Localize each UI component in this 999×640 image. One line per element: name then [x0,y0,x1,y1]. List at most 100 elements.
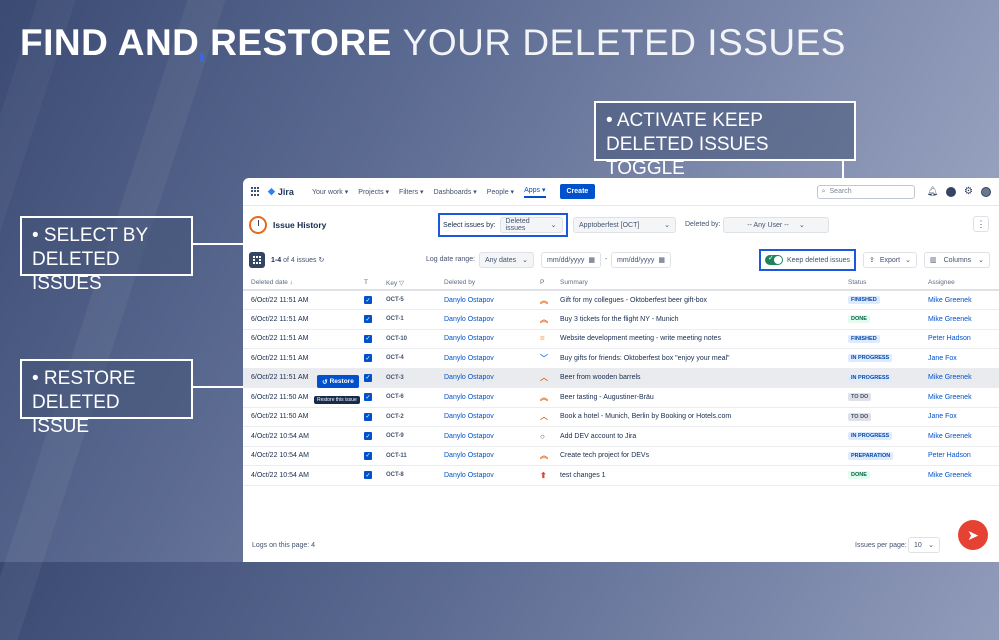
deleted-by-user[interactable]: Danylo Ostapov [436,426,532,447]
issue-type-checkbox[interactable]: ✓ [356,465,378,486]
restore-button[interactable]: ↺ Restore [317,375,359,388]
assignee[interactable]: Jane Fox [920,348,999,369]
nav-apps[interactable]: Apps ▾ [524,186,546,198]
headline-highlight: FIND AND RESTORE [20,22,392,63]
create-button[interactable]: Create [559,184,596,199]
issue-type-checkbox[interactable]: ✓ [356,407,378,427]
issue-type-checkbox[interactable]: ✓ [356,426,378,447]
search-input[interactable]: ⌕ Search [816,184,915,199]
assignee[interactable]: Mike Greenek [920,465,999,486]
issue-status: IN PROGRESS [840,348,920,369]
top-navigation: ◆ Jira Your work ▾ Projects ▾ Filters ▾ D… [243,178,999,206]
nav-filters[interactable]: Filters ▾ [399,188,424,196]
select-issues-dropdown[interactable]: Deleted issues ⌄ [499,217,563,233]
calendar-icon: ▦ [658,257,665,264]
priority-icon: ︽ [532,309,552,330]
table-row[interactable]: 4/Oct/22 10:54 AM ✓ OCT-11 Danylo Ostapov ︽ C… [243,446,999,466]
nav-label: Apps [524,186,541,194]
send-icon[interactable]: ➤ [958,520,988,550]
toggle-switch[interactable]: ✓ [764,255,783,265]
nav-dashboards[interactable]: Dashboards ▾ [434,188,477,196]
column-header[interactable]: T [356,276,378,291]
deleted-by-user[interactable]: Danylo Ostapov [436,309,532,330]
column-header[interactable]: Summary [552,276,840,291]
sprint-dropdown[interactable]: Apptoberfest [OCT] ⌄ [573,217,676,233]
start-date-input[interactable]: mm/dd/yyyy ▦ [541,252,601,268]
avatar[interactable] [981,186,991,197]
keep-deleted-toggle[interactable]: ✓ Keep deleted issues [759,249,856,271]
issue-type-checkbox[interactable]: ✓ [356,329,378,349]
issue-key: OCT-6 [378,387,436,408]
checkbox-icon: ✓ [364,432,372,441]
columns-button[interactable]: ▥ Columns ⌄ [924,252,990,268]
table-row[interactable]: 6/Oct/22 11:51 AM ✓ OCT-5 Danylo Ostapov ︽ Gi… [243,290,999,310]
issue-type-checkbox[interactable]: ✓ [356,446,378,466]
priority-icon: ︿ [532,407,552,427]
settings-icon[interactable]: ⚙ [964,186,973,197]
deleted-by-user[interactable]: Danylo Ostapov [436,368,532,388]
deleted-by-user[interactable]: Danylo Ostapov [436,465,532,486]
app-switcher-icon[interactable] [251,187,260,196]
more-options-icon[interactable]: ⋮ [973,216,989,232]
status-badge: IN PROGRESS [848,432,893,441]
jira-logo[interactable]: ◆ Jira [268,186,294,197]
export-icon: ⇪ [869,257,875,264]
deleted-by-user[interactable]: Danylo Ostapov [436,387,532,408]
issue-type-checkbox[interactable]: ✓ [356,309,378,330]
restore-label: Restore [329,378,354,385]
column-header[interactable]: Key ▽ [378,276,436,291]
issue-type-checkbox[interactable]: ✓ [356,368,378,388]
table-row[interactable]: 6/Oct/22 11:51 AM ✓ OCT-4 Danylo Ostapov ﹀ Bu… [243,348,999,369]
table-row[interactable]: 6/Oct/22 11:50 AM ✓ OCT-2 Danylo Ostapov ︿ Bo… [243,407,999,427]
table-row[interactable]: 6/Oct/22 11:51 AM ✓ OCT-1 Danylo Ostapov ︽ Bu… [243,309,999,330]
issue-status: IN PROGRESS [840,368,920,388]
table-row[interactable]: 4/Oct/22 10:54 AM ✓ OCT-8 Danylo Ostapov ⬆ te… [243,465,999,486]
nav-label: Projects [358,188,384,196]
help-icon[interactable] [946,186,957,197]
issue-summary: Buy gifts for friends: Oktoberfest box "… [552,348,840,369]
issue-type-checkbox[interactable]: ✓ [356,290,378,310]
nav-your-work[interactable]: Your work ▾ [312,188,348,196]
filter-icon[interactable]: ▽ [399,280,404,287]
table-row[interactable]: 4/Oct/22 10:54 AM ✓ OCT-9 Danylo Ostapov ○ Ad… [243,426,999,447]
checkbox-icon: ✓ [364,373,372,382]
callout-select: • SELECT BY DELETED ISSUES [20,216,193,294]
end-date-input[interactable]: mm/dd/yyyy ▦ [611,252,671,268]
assignee[interactable]: Peter Hadson [920,446,999,466]
notifications-icon[interactable]: 🔔︎ [927,186,938,197]
priority-icon: = [532,329,552,349]
assignee[interactable]: Mike Greenek [920,290,999,310]
refresh-icon[interactable]: ↻ [319,257,325,264]
export-button[interactable]: ⇪ Export ⌄ [863,252,917,268]
chevron-down-icon: ⌄ [550,222,557,229]
deleted-by-user[interactable]: Danylo Ostapov [436,348,532,369]
table-row[interactable]: 6/Oct/22 11:51 AM ✓ OCT-10 Danylo Ostapov = W… [243,329,999,349]
logs-count: Logs on this page: 4 [252,542,316,549]
column-header[interactable]: Assignee [920,276,999,291]
assignee[interactable]: Peter Hadson [920,329,999,349]
deleted-by-user[interactable]: Danylo Ostapov [436,290,532,310]
assignee[interactable]: Mike Greenek [920,368,999,388]
column-header[interactable]: Status [840,276,920,291]
deleted-by-dropdown[interactable]: -- Any User -- ⌄ [723,217,829,233]
nav-projects[interactable]: Projects ▾ [358,188,389,196]
priority-icon: ︽ [532,290,552,310]
status-badge: FINISHED [848,334,880,343]
assignee[interactable]: Jane Fox [920,407,999,427]
date-preset-dropdown[interactable]: Any dates ⌄ [479,252,534,268]
issue-type-checkbox[interactable]: ✓ [356,348,378,369]
per-page-dropdown[interactable]: 10 ⌄ [908,537,940,553]
assignee[interactable]: Mike Greenek [920,387,999,408]
assignee[interactable]: Mike Greenek [920,426,999,447]
column-header[interactable]: Deleted by [436,276,532,291]
deleted-by-user[interactable]: Danylo Ostapov [436,329,532,349]
issue-status: FINISHED [840,329,920,349]
deleted-by-user[interactable]: Danylo Ostapov [436,407,532,427]
column-header[interactable]: Deleted date ↓ [243,276,356,291]
deleted-date: 6/Oct/22 11:50 AM [243,407,356,427]
nav-people[interactable]: People ▾ [487,188,514,196]
deleted-by-user[interactable]: Danylo Ostapov [436,446,532,466]
assignee[interactable]: Mike Greenek [920,309,999,330]
column-header[interactable]: P [532,276,552,291]
grid-view-button[interactable] [249,252,265,268]
